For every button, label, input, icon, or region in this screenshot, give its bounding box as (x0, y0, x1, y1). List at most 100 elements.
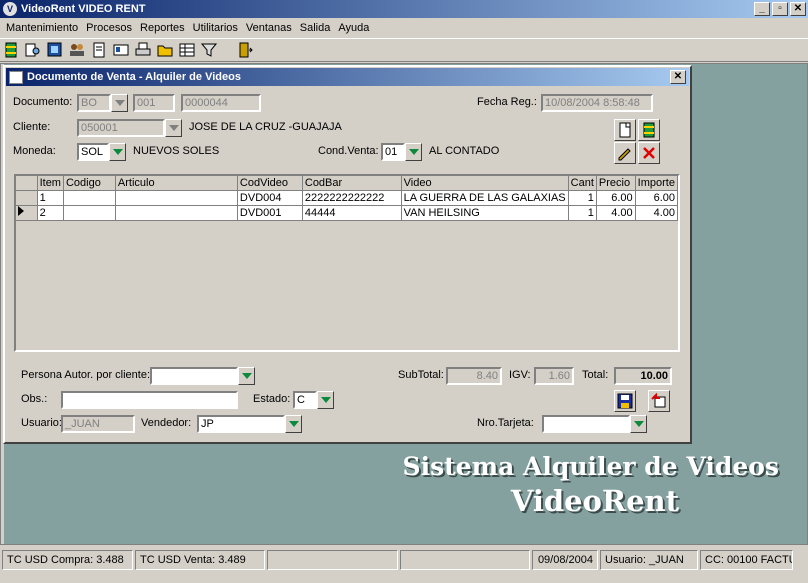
cell-articulo[interactable] (115, 205, 238, 221)
cell-item[interactable]: 1 (37, 190, 64, 206)
vendedor-dropdown[interactable] (285, 415, 302, 433)
cond-venta-field[interactable]: 01 (381, 143, 405, 161)
cell-codigo[interactable] (63, 205, 116, 221)
chevron-down-icon (409, 149, 419, 155)
cell-importe[interactable]: 6.00 (635, 190, 679, 206)
table-row[interactable]: 1 DVD004 2222222222222 LA GUERRA DE LAS … (16, 190, 679, 206)
obs-field[interactable] (61, 391, 238, 409)
subtotal-field[interactable]: 8.40 (446, 367, 502, 385)
undo-icon (651, 393, 666, 408)
folder-icon[interactable] (156, 41, 174, 59)
moneda-field[interactable]: SOL (77, 143, 109, 161)
cell-item[interactable]: 2 (37, 205, 64, 221)
sales-document-title-bar: Documento de Venta - Alquiler de Videos … (6, 68, 689, 86)
background-subtitle: VideoRent (510, 484, 679, 518)
cell-codbar[interactable]: 44444 (302, 205, 402, 221)
printer-icon[interactable] (134, 41, 152, 59)
row-indicator (16, 205, 38, 221)
column-header-importe[interactable]: Importe (635, 176, 679, 191)
menu-salida[interactable]: Salida (296, 22, 335, 34)
moneda-name: NUEVOS SOLES (133, 145, 220, 157)
cell-precio[interactable]: 4.00 (596, 205, 636, 221)
grid-icon[interactable] (178, 41, 196, 59)
nro-tarjeta-dropdown[interactable] (630, 415, 647, 433)
maximize-button[interactable]: ▫ (772, 2, 788, 16)
edit-button[interactable] (614, 142, 636, 164)
column-header-codigo[interactable]: Codigo (63, 176, 116, 191)
cell-cant[interactable]: 1 (568, 190, 597, 206)
moneda-dropdown[interactable] (109, 143, 126, 161)
table-row[interactable]: 2 DVD001 44444 VAN HEILSING 1 4.00 4.00 (16, 205, 679, 221)
fecha-label: Fecha Reg.: (477, 96, 537, 108)
cancel-button[interactable] (648, 390, 670, 412)
id-card-icon[interactable] (112, 41, 130, 59)
video-search-icon[interactable] (24, 41, 42, 59)
fecha-field[interactable]: 10/08/2004 8:58:48 (541, 94, 653, 112)
minimize-button[interactable]: _ (754, 2, 770, 16)
doc-number-field[interactable]: 0000044 (181, 94, 261, 112)
cliente-code-field[interactable]: 050001 (77, 119, 165, 137)
documento-label: Documento: (13, 96, 73, 108)
doc-serie-field[interactable]: 001 (133, 94, 175, 112)
save-button[interactable] (614, 390, 636, 412)
document-icon[interactable] (90, 41, 108, 59)
cell-cant[interactable]: 1 (568, 205, 597, 221)
igv-field[interactable]: 1.60 (534, 367, 574, 385)
cell-video[interactable]: LA GUERRA DE LAS GALAXIAS (401, 190, 569, 206)
exit-door-icon[interactable] (236, 41, 254, 59)
column-header-articulo[interactable]: Articulo (115, 176, 238, 191)
cell-codbar[interactable]: 2222222222222 (302, 190, 402, 206)
doc-type-dropdown[interactable] (111, 94, 128, 112)
column-header-cant[interactable]: Cant (568, 176, 597, 191)
nro-tarjeta-field[interactable] (542, 415, 630, 433)
persona-autor-field[interactable] (150, 367, 238, 385)
menu-utilitarios[interactable]: Utilitarios (189, 22, 242, 34)
doc-type-field[interactable]: BO (77, 94, 111, 112)
vendedor-field[interactable]: JP (197, 415, 285, 433)
delete-button[interactable] (638, 142, 660, 164)
persona-autor-dropdown[interactable] (238, 367, 255, 385)
cliente-dropdown[interactable] (165, 119, 182, 137)
column-header-item[interactable]: Item (37, 176, 64, 191)
total-field[interactable]: 10.00 (614, 367, 672, 385)
menu-ayuda[interactable]: Ayuda (334, 22, 373, 34)
cell-articulo[interactable] (115, 190, 238, 206)
menu-ventanas[interactable]: Ventanas (242, 22, 296, 34)
status-panel-empty (267, 550, 398, 570)
cell-importe[interactable]: 4.00 (635, 205, 679, 221)
cond-venta-label: Cond.Venta: (318, 145, 379, 157)
new-document-button[interactable] (614, 119, 636, 141)
column-header-video[interactable]: Video (401, 176, 569, 191)
menu-procesos[interactable]: Procesos (82, 22, 136, 34)
column-header-codbar[interactable]: CodBar (302, 176, 402, 191)
close-button[interactable]: ✕ (790, 2, 806, 16)
customers-icon[interactable] (68, 41, 86, 59)
cell-codvideo[interactable]: DVD001 (237, 205, 303, 221)
estado-dropdown[interactable] (317, 391, 334, 409)
sales-items-grid[interactable]: Item Codigo Articulo CodVideo CodBar Vid… (14, 174, 680, 352)
cell-precio[interactable]: 6.00 (596, 190, 636, 206)
form-close-button[interactable]: ✕ (670, 70, 686, 84)
cond-venta-dropdown[interactable] (405, 143, 422, 161)
menu-reportes[interactable]: Reportes (136, 22, 189, 34)
filter-icon[interactable] (200, 41, 218, 59)
select-video-button[interactable] (638, 119, 660, 141)
cell-codvideo[interactable]: DVD004 (237, 190, 303, 206)
sales-document-window: Documento de Venta - Alquiler de Videos … (3, 65, 692, 444)
save-disk-icon (617, 393, 633, 409)
movie-icon[interactable] (2, 41, 20, 59)
cell-codigo[interactable] (63, 190, 116, 206)
cell-video[interactable]: VAN HEILSING (401, 205, 569, 221)
menu-mantenimiento[interactable]: Mantenimiento (2, 22, 82, 34)
column-header-codvideo[interactable]: CodVideo (237, 176, 303, 191)
estado-label: Estado: (253, 393, 291, 405)
usuario-field[interactable]: _JUAN (61, 415, 135, 433)
status-user: Usuario: _JUAN (600, 550, 698, 570)
chevron-down-icon (242, 373, 252, 379)
status-bar: TC USD Compra: 3.488 TC USD Venta: 3.489… (0, 548, 808, 572)
estado-field[interactable]: C (293, 391, 317, 409)
chevron-down-icon (113, 149, 123, 155)
row-indicator-header (16, 176, 38, 191)
column-header-precio[interactable]: Precio (596, 176, 636, 191)
film-stack-icon[interactable] (46, 41, 64, 59)
